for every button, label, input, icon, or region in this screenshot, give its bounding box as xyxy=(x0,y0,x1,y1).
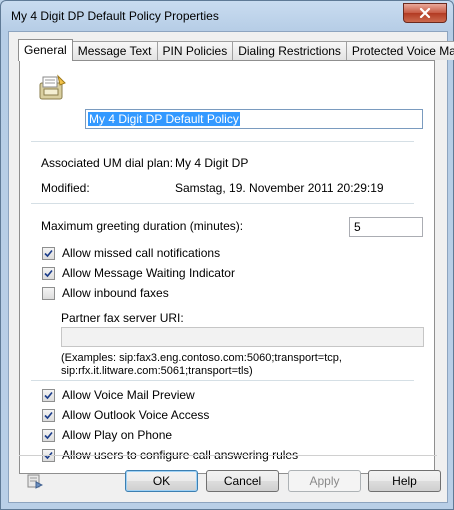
message-waiting-indicator-checkbox[interactable]: Allow Message Waiting Indicator xyxy=(42,265,235,281)
inbound-faxes-checkbox[interactable]: Allow inbound faxes xyxy=(42,285,169,301)
checkmark-icon xyxy=(44,249,53,257)
checkbox-box xyxy=(42,286,55,300)
fax-uri-input[interactable] xyxy=(61,327,424,347)
ok-button[interactable]: OK xyxy=(125,470,198,492)
checkbox-label: Allow Outlook Voice Access xyxy=(62,408,210,422)
tab-protected-voice-mail[interactable]: Protected Voice Mail xyxy=(345,41,454,60)
tab-general[interactable]: General xyxy=(18,39,73,61)
footer-separator xyxy=(19,455,437,456)
fax-example-line2: sip:rfx.it.litware.com:5061;transport=tl… xyxy=(61,365,253,377)
help-small-icon[interactable] xyxy=(27,473,43,489)
max-greeting-value: 5 xyxy=(354,220,361,234)
separator xyxy=(31,203,414,204)
tab-dialing-restrictions[interactable]: Dialing Restrictions xyxy=(232,41,347,60)
checkbox-label: Allow Play on Phone xyxy=(62,428,173,442)
checkbox-label: Allow inbound faxes xyxy=(62,286,169,300)
dial-plan-label: Associated UM dial plan: xyxy=(41,156,174,170)
tab-message-text[interactable]: Message Text xyxy=(71,41,158,60)
dialog-client: General Message Text PIN Policies Dialin… xyxy=(8,31,454,503)
apply-button[interactable]: Apply xyxy=(288,470,361,492)
checkbox-label: Allow Voice Mail Preview xyxy=(62,388,195,402)
checkbox-box xyxy=(42,408,55,422)
title-bar: My 4 Digit DP Default Policy Properties xyxy=(1,1,453,31)
cancel-button[interactable]: Cancel xyxy=(206,470,279,492)
policy-name-value: My 4 Digit DP Default Policy xyxy=(88,112,240,126)
checkmark-icon xyxy=(44,431,53,439)
fax-example-line1: (Examples: sip:fax3.eng.contoso.com:5060… xyxy=(61,352,342,364)
policy-name-input[interactable]: My 4 Digit DP Default Policy xyxy=(85,109,423,129)
general-tab-panel: My 4 Digit DP Default Policy Associated … xyxy=(19,60,435,474)
dial-plan-value: My 4 Digit DP xyxy=(175,156,249,170)
checkbox-box xyxy=(42,246,55,260)
checkbox-box xyxy=(42,266,55,280)
max-greeting-label: Maximum greeting duration (minutes): xyxy=(41,219,244,233)
checkbox-label: Allow Message Waiting Indicator xyxy=(62,266,235,280)
voice-mail-preview-checkbox[interactable]: Allow Voice Mail Preview xyxy=(42,387,195,403)
help-button[interactable]: Help xyxy=(368,470,441,492)
modified-label: Modified: xyxy=(41,181,90,195)
play-on-phone-checkbox[interactable]: Allow Play on Phone xyxy=(42,427,172,443)
tab-strip: General Message Text PIN Policies Dialin… xyxy=(18,39,454,61)
checkmark-icon xyxy=(44,269,53,277)
window-title: My 4 Digit DP Default Policy Properties xyxy=(11,9,219,23)
properties-window: My 4 Digit DP Default Policy Properties … xyxy=(0,0,454,510)
close-button[interactable] xyxy=(403,3,447,23)
max-greeting-input[interactable]: 5 xyxy=(349,217,423,237)
checkbox-box xyxy=(42,428,55,442)
separator xyxy=(31,141,414,142)
separator xyxy=(31,380,414,381)
checkmark-icon xyxy=(44,391,53,399)
missed-call-notifications-checkbox[interactable]: Allow missed call notifications xyxy=(42,245,220,261)
close-icon xyxy=(419,8,431,18)
checkbox-box xyxy=(42,388,55,402)
fax-uri-label: Partner fax server URI: xyxy=(61,311,184,325)
tab-pin-policies[interactable]: PIN Policies xyxy=(156,41,234,60)
policy-icon xyxy=(39,74,66,100)
checkmark-icon xyxy=(44,411,53,419)
checkbox-label: Allow missed call notifications xyxy=(62,246,221,260)
fax-uri-example: (Examples: sip:fax3.eng.contoso.com:5060… xyxy=(61,352,431,378)
outlook-voice-access-checkbox[interactable]: Allow Outlook Voice Access xyxy=(42,407,209,423)
modified-value: Samstag, 19. November 2011 20:29:19 xyxy=(175,181,384,195)
